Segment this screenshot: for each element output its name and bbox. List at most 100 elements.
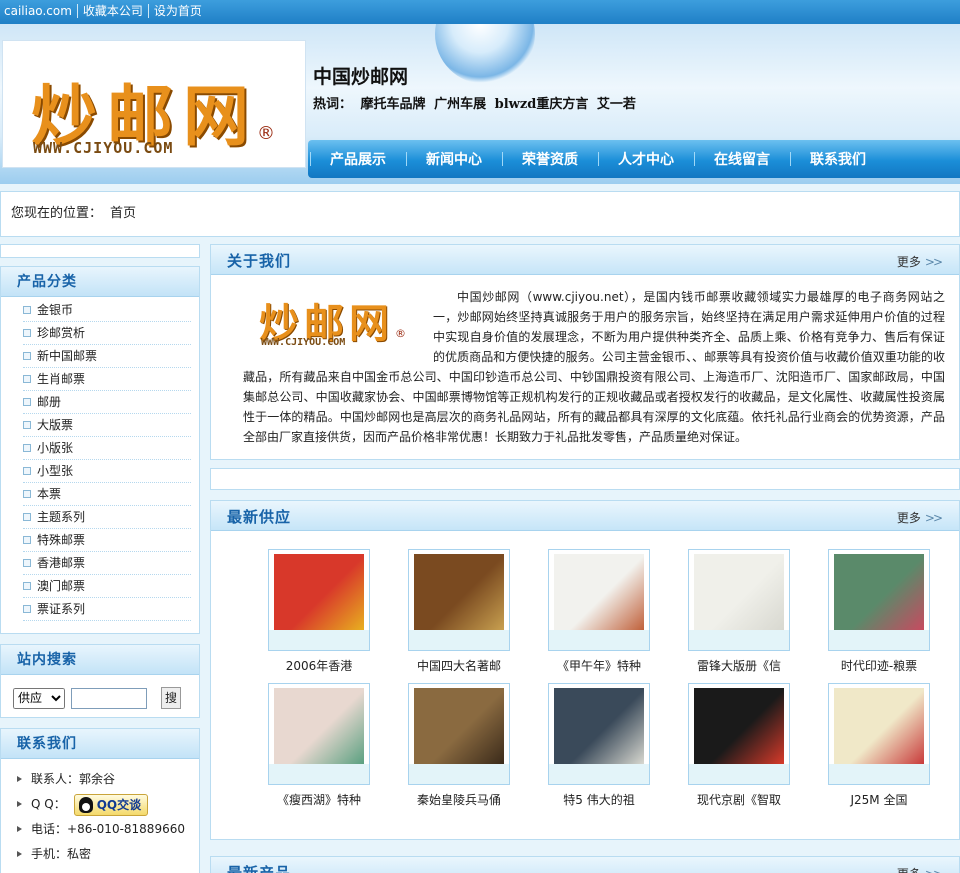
product-card[interactable]: 雷锋大版册《信 (669, 549, 809, 675)
product-image[interactable] (694, 554, 784, 630)
product-image[interactable] (414, 688, 504, 764)
contact-person-value: 郭余谷 (79, 772, 116, 786)
search-type-select[interactable]: 供应 (13, 687, 65, 709)
top-link-bookmark[interactable]: 收藏本公司 (76, 4, 148, 18)
search-input[interactable] (71, 687, 147, 709)
category-item[interactable]: 票证系列 (23, 598, 191, 621)
product-image[interactable] (834, 688, 924, 764)
product-card[interactable]: 《甲午年》特种 (529, 549, 669, 675)
about-header: 关于我们 更多 >> (211, 245, 959, 275)
product-image[interactable] (274, 554, 364, 630)
square-bullet-icon (23, 536, 31, 544)
qq-chat-button[interactable]: QQ交谈 (73, 793, 148, 816)
product-card[interactable]: 现代京剧《智取 (669, 683, 809, 809)
category-item[interactable]: 大版票 (23, 414, 191, 437)
product-image[interactable] (694, 688, 784, 764)
product-image[interactable] (554, 688, 644, 764)
product-name[interactable]: 秦始皇陵兵马俑 (389, 793, 529, 809)
contact-phone: 电话：+86-010-81889660 (15, 817, 199, 842)
product-card[interactable]: 时代印迹-粮票 (809, 549, 949, 675)
top-link-set-homepage[interactable]: 设为首页 (147, 4, 207, 18)
category-item[interactable]: 本票 (23, 483, 191, 506)
nav-separator (310, 152, 312, 166)
hot-word-link[interactable]: 摩托车品牌 (361, 97, 426, 112)
category-label: 香港邮票 (37, 556, 86, 570)
category-label: 澳门邮票 (37, 579, 86, 593)
supply-more-link[interactable]: 更多 >> (897, 509, 943, 526)
product-name[interactable]: 雷锋大版册《信 (669, 659, 809, 675)
category-item[interactable]: 珍邮赏析 (23, 322, 191, 345)
product-card[interactable]: 秦始皇陵兵马俑 (389, 683, 529, 809)
product-name[interactable]: 2006年香港 (249, 659, 389, 675)
product-name[interactable]: J25M 全国 (809, 793, 949, 809)
site-title: 中国炒邮网 (313, 66, 409, 88)
category-label: 金银币 (37, 303, 74, 317)
search-button[interactable]: 搜 (161, 687, 181, 709)
category-item[interactable]: 小版张 (23, 437, 191, 460)
contact-mobile-label: 手机： (31, 847, 68, 861)
nav-item-message[interactable]: 在线留言 (698, 149, 788, 169)
product-image[interactable] (834, 554, 924, 630)
square-bullet-icon (23, 421, 31, 429)
product-image-strip (689, 630, 789, 650)
nav-item-honors[interactable]: 荣誉资质 (506, 149, 596, 169)
breadcrumb-label: 您现在的位置： (11, 206, 103, 221)
newest-header: 最新产品 更多 >> (211, 857, 959, 873)
product-card[interactable]: 中国四大名著邮 (389, 549, 529, 675)
site-logo[interactable]: 炒邮网 WWW.CJIYOU.COM ® (2, 40, 306, 168)
about-more-link[interactable]: 更多 >> (897, 253, 943, 270)
category-item[interactable]: 主题系列 (23, 506, 191, 529)
double-chevron-right-icon: >> (924, 511, 943, 525)
category-list: 金银币 珍邮赏析 新中国邮票 生肖邮票 邮册 大版票 小版张 小型张 本票 主题… (1, 297, 199, 621)
nav-item-news[interactable]: 新闻中心 (410, 149, 500, 169)
nav-separator (598, 152, 600, 166)
category-label: 小型张 (37, 464, 74, 478)
square-bullet-icon (23, 559, 31, 567)
category-item[interactable]: 新中国邮票 (23, 345, 191, 368)
about-logo-registered-mark: ® (395, 327, 406, 340)
right-spacer-panel (210, 468, 960, 490)
hot-word-link[interactable]: 广州车展 (434, 97, 486, 112)
about-panel: 关于我们 更多 >> 炒邮网 WWW.CJIYOU.COM ® 中国炒邮网（www… (210, 244, 960, 460)
product-image-strip (269, 764, 369, 784)
product-name[interactable]: 时代印迹-粮票 (809, 659, 949, 675)
product-image-frame (548, 683, 650, 785)
product-name[interactable]: 《瘦西湖》特种 (249, 793, 389, 809)
product-card[interactable]: 特5 伟大的祖 (529, 683, 669, 809)
product-image[interactable] (414, 554, 504, 630)
category-item[interactable]: 邮册 (23, 391, 191, 414)
contact-title: 联系我们 (1, 729, 199, 759)
top-link-home[interactable]: cailiao.com (4, 4, 77, 18)
category-panel: 产品分类 金银币 珍邮赏析 新中国邮票 生肖邮票 邮册 大版票 小版张 小型张 … (0, 266, 200, 634)
newest-more-link[interactable]: 更多 >> (897, 865, 943, 873)
category-label: 主题系列 (37, 510, 86, 524)
category-item[interactable]: 澳门邮票 (23, 575, 191, 598)
product-name[interactable]: 特5 伟大的祖 (529, 793, 669, 809)
product-image[interactable] (274, 688, 364, 764)
qq-penguin-icon (78, 796, 93, 813)
product-image[interactable] (554, 554, 644, 630)
nav-item-products[interactable]: 产品展示 (314, 149, 404, 169)
product-name[interactable]: 中国四大名著邮 (389, 659, 529, 675)
hot-word-link[interactable]: 艾一若 (597, 97, 636, 112)
contact-mobile-value: 私密 (67, 847, 92, 861)
product-grid: 2006年香港 中国四大名著邮 《甲午年》特种 雷锋大版册《信 时代印迹-粮票《瘦西湖》… (211, 531, 959, 809)
category-item[interactable]: 生肖邮票 (23, 368, 191, 391)
contact-person: 联系人：郭余谷 (15, 767, 199, 792)
category-item[interactable]: 香港邮票 (23, 552, 191, 575)
category-item[interactable]: 小型张 (23, 460, 191, 483)
hot-word-link[interactable]: blwzd重庆方言 (495, 97, 589, 112)
nav-item-talent[interactable]: 人才中心 (602, 149, 692, 169)
product-card[interactable]: 《瘦西湖》特种 (249, 683, 389, 809)
product-card[interactable]: J25M 全国 (809, 683, 949, 809)
top-bar: cailiao.com 收藏本公司 设为首页 (0, 0, 960, 24)
category-item[interactable]: 金银币 (23, 299, 191, 322)
supply-panel: 最新供应 更多 >> 2006年香港 中国四大名著邮 《甲午年》特种 雷锋大版册《信 时代… (210, 500, 960, 840)
category-item[interactable]: 特殊邮票 (23, 529, 191, 552)
product-name[interactable]: 《甲午年》特种 (529, 659, 669, 675)
product-card[interactable]: 2006年香港 (249, 549, 389, 675)
nav-item-contact[interactable]: 联系我们 (794, 149, 884, 169)
product-name[interactable]: 现代京剧《智取 (669, 793, 809, 809)
newest-panel: 最新产品 更多 >> (210, 856, 960, 873)
breadcrumb-current[interactable]: 首页 (110, 206, 136, 221)
